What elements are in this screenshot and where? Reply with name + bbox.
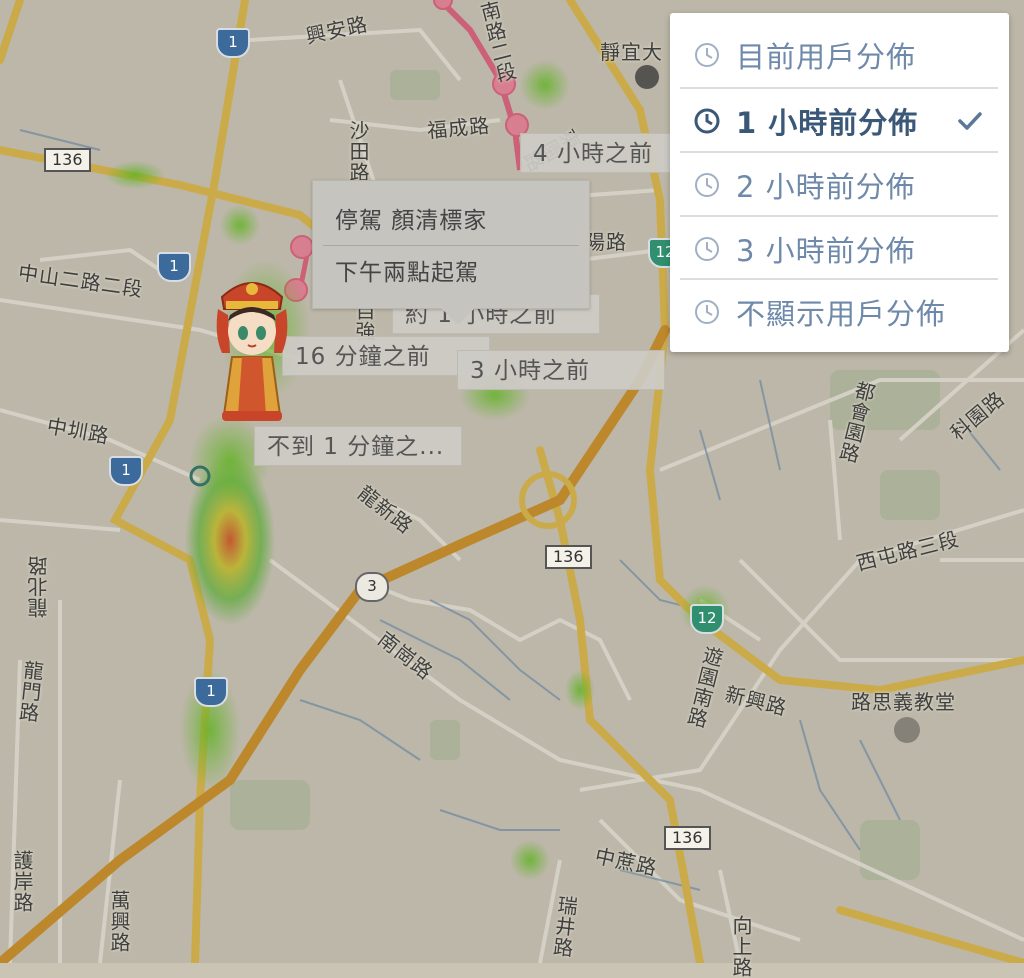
route-136-label: 136 [664, 826, 711, 850]
clock-icon [694, 108, 720, 133]
map-label-huan: 護岸路 [10, 850, 34, 913]
map-label-jingyi: 靜宜大 [600, 40, 663, 64]
menu-item-label: 1 小時前分佈 [736, 105, 919, 140]
clock-icon [695, 236, 719, 261]
time-bubble[interactable]: 4 小時之前 [520, 133, 680, 173]
menu-item-1-hour[interactable]: 1 小時前分佈 [680, 89, 998, 152]
menu-item-label: 3 小時前分佈 [736, 233, 916, 268]
clock-icon [695, 172, 719, 197]
map-label-longbei: 龍北路 [27, 555, 51, 618]
map-label-shatian: 沙田路 [346, 120, 370, 183]
clock-icon [695, 299, 719, 324]
menu-item-current[interactable]: 目前用戶分佈 [680, 23, 998, 86]
expressway-3-shield: 3 [355, 572, 389, 602]
menu-item-3-hours[interactable]: 3 小時前分佈 [680, 217, 998, 280]
popup-divider [323, 245, 579, 246]
map-label-lusiyi: 路思義教堂 [851, 690, 956, 714]
highway-1-shield: 1 [194, 677, 228, 707]
map-label-fucheng: 福成路 [426, 113, 492, 143]
marker-info-popup[interactable]: 停駕 顏清標家 下午兩點起駕 [312, 180, 590, 325]
menu-item-2-hours[interactable]: 2 小時前分佈 [680, 153, 998, 216]
highway-1-shield: 1 [216, 28, 250, 58]
clock-icon [695, 42, 719, 67]
menu-item-hide[interactable]: 不顯示用戶分佈 [680, 280, 998, 343]
highway-12-shield: 12 [690, 604, 724, 634]
user-distribution-menu: 目前用戶分佈 1 小時前分佈 2 小時前分佈 3 小時前分佈 不顯示用戶分佈 [670, 13, 1009, 352]
route-136-label: 136 [545, 545, 592, 569]
time-bubble[interactable]: 3 小時之前 [457, 350, 665, 390]
highway-1-shield: 1 [157, 252, 191, 282]
route-136-label: 136 [44, 148, 91, 172]
popup-line-1: 停駕 顏清標家 [335, 208, 488, 234]
map-label-xiangshang: 向上路 [729, 915, 753, 978]
menu-item-label: 不顯示用戶分佈 [736, 296, 947, 331]
menu-item-label: 2 小時前分佈 [736, 169, 916, 204]
popup-pointer [441, 308, 475, 325]
menu-item-label: 目前用戶分佈 [736, 39, 917, 74]
popup-line-2: 下午兩點起駕 [335, 260, 479, 286]
checkmark-icon [958, 112, 982, 130]
map-label-yang: 陽路 [585, 230, 627, 254]
highway-1-shield: 1 [109, 456, 143, 486]
goddess-avatar-marker[interactable] [208, 275, 296, 423]
map-label-wanxing: 萬興路 [107, 890, 131, 953]
time-bubble[interactable]: 不到 1 分鐘之... [254, 426, 462, 466]
